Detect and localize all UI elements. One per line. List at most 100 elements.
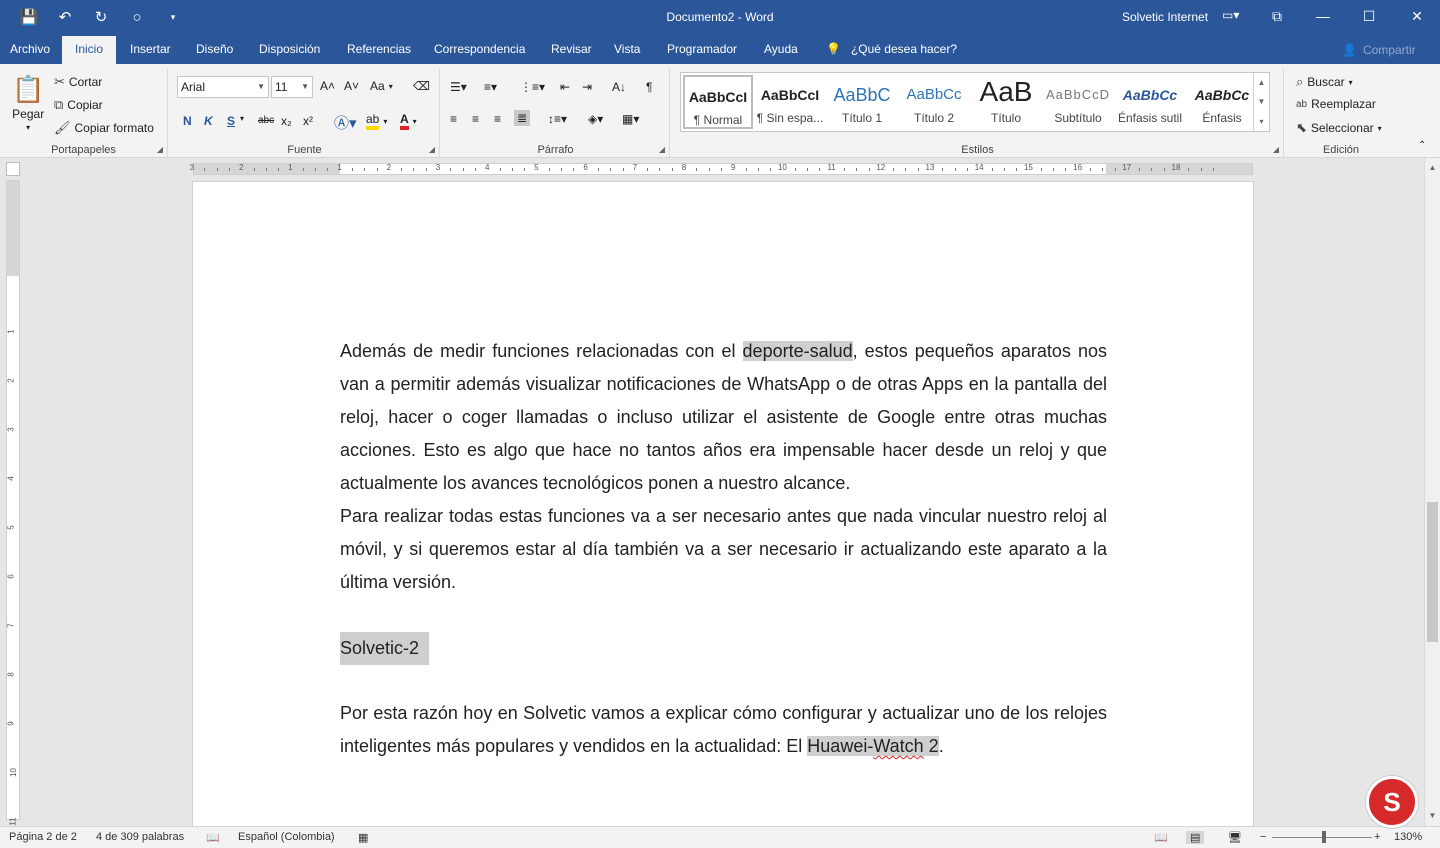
- select-button[interactable]: ⬉ Seleccionar ▾: [1296, 120, 1382, 136]
- zoom-out-icon[interactable]: −: [1260, 831, 1266, 843]
- tab-revisar[interactable]: Revisar: [541, 36, 602, 64]
- paragraph-2[interactable]: Para realizar todas estas funciones va a…: [340, 500, 1107, 599]
- tab-referencias[interactable]: Referencias: [337, 36, 421, 64]
- copy-button[interactable]: ⧉ Copiar: [54, 97, 103, 113]
- tab-programador[interactable]: Programador: [657, 36, 747, 64]
- read-mode-icon[interactable]: 📖: [1154, 831, 1168, 844]
- tell-me-box[interactable]: 💡 ¿Qué desea hacer?: [826, 42, 957, 56]
- chevron-down-icon[interactable]: ▼: [1258, 97, 1266, 106]
- tab-diseno[interactable]: Diseño: [186, 36, 243, 64]
- find-button[interactable]: ⌕ Buscar ▾: [1296, 74, 1353, 90]
- align-right-icon[interactable]: ≡: [494, 112, 501, 126]
- style-title[interactable]: AaB Título: [971, 75, 1041, 129]
- horizontal-ruler[interactable]: 3 2 1 1 2 3 4 5 6 7 8 9 10 11 12 13 14 15 16 17 18: [190, 163, 1253, 175]
- strikethrough-button[interactable]: abc: [258, 115, 274, 126]
- heading-solvetic-2[interactable]: Solvetic-2: [340, 632, 430, 665]
- web-layout-icon[interactable]: 🖥: [1228, 831, 1242, 844]
- document-page[interactable]: Además de medir funciones relacionadas c…: [193, 182, 1253, 826]
- shading-icon[interactable]: ◈▾: [588, 112, 603, 126]
- chevron-up-icon[interactable]: ▲: [1258, 78, 1266, 87]
- bold-button[interactable]: N: [183, 114, 192, 128]
- numbering-icon[interactable]: ≡▾: [484, 80, 497, 94]
- pilcrow-icon[interactable]: ¶: [646, 80, 652, 94]
- scroll-up-icon[interactable]: ▲: [1425, 160, 1440, 176]
- tab-vista[interactable]: Vista: [604, 36, 650, 64]
- cut-button[interactable]: ✂ Cortar: [54, 74, 102, 90]
- vertical-scrollbar[interactable]: ▲ ▼: [1424, 158, 1440, 826]
- style-emphasis[interactable]: AaBbCc Énfasis: [1187, 75, 1257, 129]
- styles-gallery-scroll[interactable]: ▲ ▼ ▾: [1253, 73, 1269, 131]
- account-options-icon[interactable]: ▭▾: [1222, 8, 1239, 22]
- multilevel-list-icon[interactable]: ⋮≡▾: [520, 80, 545, 94]
- language[interactable]: Español (Colombia): [238, 831, 335, 843]
- underline-button[interactable]: S: [227, 114, 235, 128]
- tab-selector[interactable]: [6, 162, 20, 176]
- tab-insertar[interactable]: Insertar: [120, 36, 181, 64]
- account-name[interactable]: Solvetic Internet: [1122, 10, 1208, 24]
- style-normal[interactable]: AaBbCcI ¶ Normal: [683, 75, 753, 129]
- zoom-level[interactable]: 130%: [1394, 831, 1422, 843]
- style-heading-1[interactable]: AaBbC Título 1: [827, 75, 897, 129]
- replace-button[interactable]: ab Reemplazar: [1296, 97, 1376, 111]
- chevron-down-icon[interactable]: ▾: [240, 114, 244, 123]
- undo-icon[interactable]: ↶: [54, 6, 76, 28]
- font-color-button[interactable]: A ▾: [400, 112, 417, 130]
- bullets-icon[interactable]: ☰▾: [450, 80, 467, 94]
- format-painter-button[interactable]: 🖌 Copiar formato: [54, 120, 154, 136]
- style-subtitle[interactable]: AaBbCcD Subtítulo: [1043, 75, 1113, 129]
- tab-correspondencia[interactable]: Correspondencia: [424, 36, 535, 64]
- font-launcher-icon[interactable]: ◢: [429, 145, 435, 154]
- share-button[interactable]: 👤 Compartir: [1342, 43, 1416, 57]
- borders-icon[interactable]: ▦▾: [622, 112, 639, 126]
- page-count[interactable]: Página 2 de 2: [9, 831, 77, 843]
- highlight-color-button[interactable]: ab ▾: [366, 112, 387, 130]
- font-name-combo[interactable]: Arial ▼: [177, 76, 269, 98]
- collapse-ribbon-icon[interactable]: ⌃: [1418, 140, 1426, 151]
- more-styles-icon[interactable]: ▾: [1259, 117, 1263, 126]
- paragraph-3[interactable]: Por esta razón hoy en Solvetic vamos a e…: [340, 697, 1107, 763]
- font-size-combo[interactable]: 11 ▼: [271, 76, 313, 98]
- clear-formatting-icon[interactable]: ⌫: [413, 79, 430, 93]
- customize-qat-icon[interactable]: ▾: [162, 6, 184, 28]
- styles-launcher-icon[interactable]: ◢: [1273, 145, 1279, 154]
- superscript-button[interactable]: x²: [303, 114, 313, 128]
- align-left-icon[interactable]: ≡: [450, 112, 457, 126]
- tab-ayuda[interactable]: Ayuda: [754, 36, 808, 64]
- shrink-font-button[interactable]: A˅: [344, 79, 359, 93]
- justify-icon[interactable]: ≣: [514, 110, 531, 126]
- minimize-button[interactable]: —: [1300, 0, 1346, 32]
- style-subtle-emphasis[interactable]: AaBbCc Énfasis sutil: [1115, 75, 1185, 129]
- paste-button[interactable]: 📋 Pegar ▾: [12, 74, 44, 132]
- macro-icon[interactable]: ▦: [358, 831, 368, 844]
- paragraph-launcher-icon[interactable]: ◢: [659, 145, 665, 154]
- align-center-icon[interactable]: ≡: [472, 112, 479, 126]
- italic-button[interactable]: K: [204, 114, 213, 128]
- proofing-icon[interactable]: 📖: [206, 831, 220, 844]
- redo-icon[interactable]: ↻: [90, 6, 112, 28]
- zoom-slider-thumb[interactable]: [1322, 831, 1326, 843]
- change-case-button[interactable]: Aa ▾: [370, 79, 393, 93]
- circle-icon[interactable]: ○: [126, 6, 148, 28]
- style-no-spacing[interactable]: AaBbCcI ¶ Sin espa...: [755, 75, 825, 129]
- line-spacing-icon[interactable]: ↕≡▾: [548, 112, 567, 126]
- increase-indent-icon[interactable]: ⇥: [582, 80, 592, 94]
- save-icon[interactable]: 💾: [18, 6, 40, 28]
- tab-inicio[interactable]: Inicio: [62, 36, 116, 64]
- scroll-down-icon[interactable]: ▼: [1425, 808, 1440, 824]
- tab-archivo[interactable]: Archivo: [0, 36, 60, 64]
- word-count[interactable]: 4 de 309 palabras: [96, 831, 184, 843]
- clipboard-launcher-icon[interactable]: ◢: [157, 145, 163, 154]
- paragraph-1[interactable]: Además de medir funciones relacionadas c…: [340, 335, 1107, 500]
- text-effects-icon[interactable]: Ⓐ▾: [334, 112, 357, 133]
- scroll-thumb[interactable]: [1427, 502, 1438, 642]
- print-layout-icon[interactable]: ▤: [1186, 831, 1205, 844]
- style-heading-2[interactable]: AaBbCc Título 2: [899, 75, 969, 129]
- tab-disposicion[interactable]: Disposición: [249, 36, 330, 64]
- decrease-indent-icon[interactable]: ⇤: [560, 80, 570, 94]
- sort-icon[interactable]: A↓: [612, 80, 626, 94]
- ribbon-display-options-button[interactable]: ⧉: [1254, 0, 1300, 32]
- grow-font-button[interactable]: A˄: [320, 79, 335, 93]
- close-button[interactable]: ✕: [1394, 0, 1440, 32]
- subscript-button[interactable]: x₂: [281, 114, 292, 128]
- maximize-button[interactable]: ☐: [1346, 0, 1392, 32]
